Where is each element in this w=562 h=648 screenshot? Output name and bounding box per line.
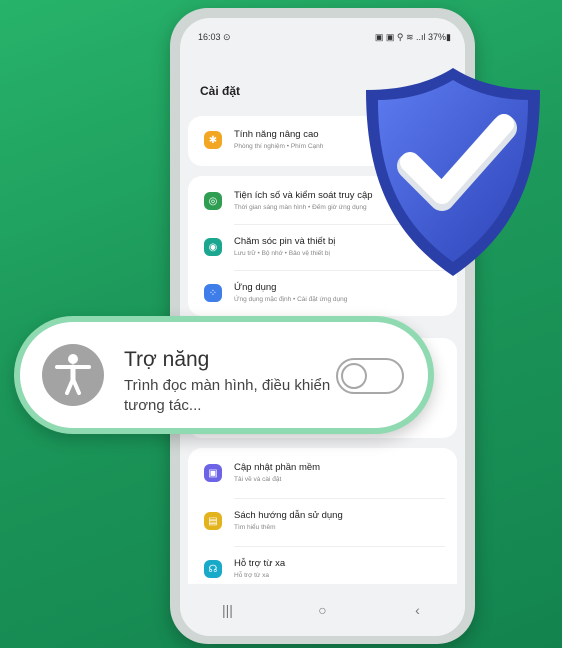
status-icons: ▣ ▣ ⚲ ≋ ..ıl 37%▮ bbox=[374, 32, 451, 42]
gear-icon: ✱ bbox=[204, 131, 222, 149]
page-title: Cài đặt bbox=[200, 84, 241, 98]
manual-icon: ▤ bbox=[204, 512, 222, 530]
accessibility-popup[interactable]: Trợ năng Trình đọc màn hình, điều khiển … bbox=[14, 316, 434, 434]
divider bbox=[234, 546, 445, 547]
home-button[interactable]: ○ bbox=[303, 602, 343, 618]
settings-item-software-update[interactable]: ▣ Cập nhật phần mềm Tải về và cài đặt bbox=[198, 452, 447, 496]
accessibility-icon bbox=[42, 344, 104, 406]
toggle-knob bbox=[341, 363, 367, 389]
popup-subtitle: Trình đọc màn hình, điều khiển tương tác… bbox=[124, 377, 331, 414]
accessibility-toggle[interactable] bbox=[336, 358, 404, 394]
headset-icon: ☊ bbox=[204, 560, 222, 578]
software-update-icon: ▣ bbox=[204, 464, 222, 482]
wellbeing-icon: ◎ bbox=[204, 192, 222, 210]
status-time: 16:03 ⊙ bbox=[198, 32, 231, 42]
settings-item-user-manual[interactable]: ▤ Sách hướng dẫn sử dụng Tìm hiểu thêm bbox=[198, 500, 447, 544]
apps-icon: ⁘ bbox=[204, 284, 222, 302]
divider bbox=[234, 498, 445, 499]
settings-card-support: ▣ Cập nhật phần mềm Tải về và cài đặt ▤ … bbox=[188, 448, 457, 598]
recents-button[interactable]: ||| bbox=[208, 602, 248, 618]
shield-check-icon bbox=[366, 68, 540, 276]
accessibility-popup-inner: Trợ năng Trình đọc màn hình, điều khiển … bbox=[20, 322, 428, 428]
popup-title: Trợ năng bbox=[124, 348, 210, 371]
back-button[interactable]: ‹ bbox=[398, 602, 438, 618]
navigation-bar: ||| ○ ‹ bbox=[180, 584, 465, 636]
device-care-icon: ◉ bbox=[204, 238, 222, 256]
status-bar: 16:03 ⊙ ▣ ▣ ⚲ ≋ ..ıl 37%▮ bbox=[198, 32, 451, 46]
